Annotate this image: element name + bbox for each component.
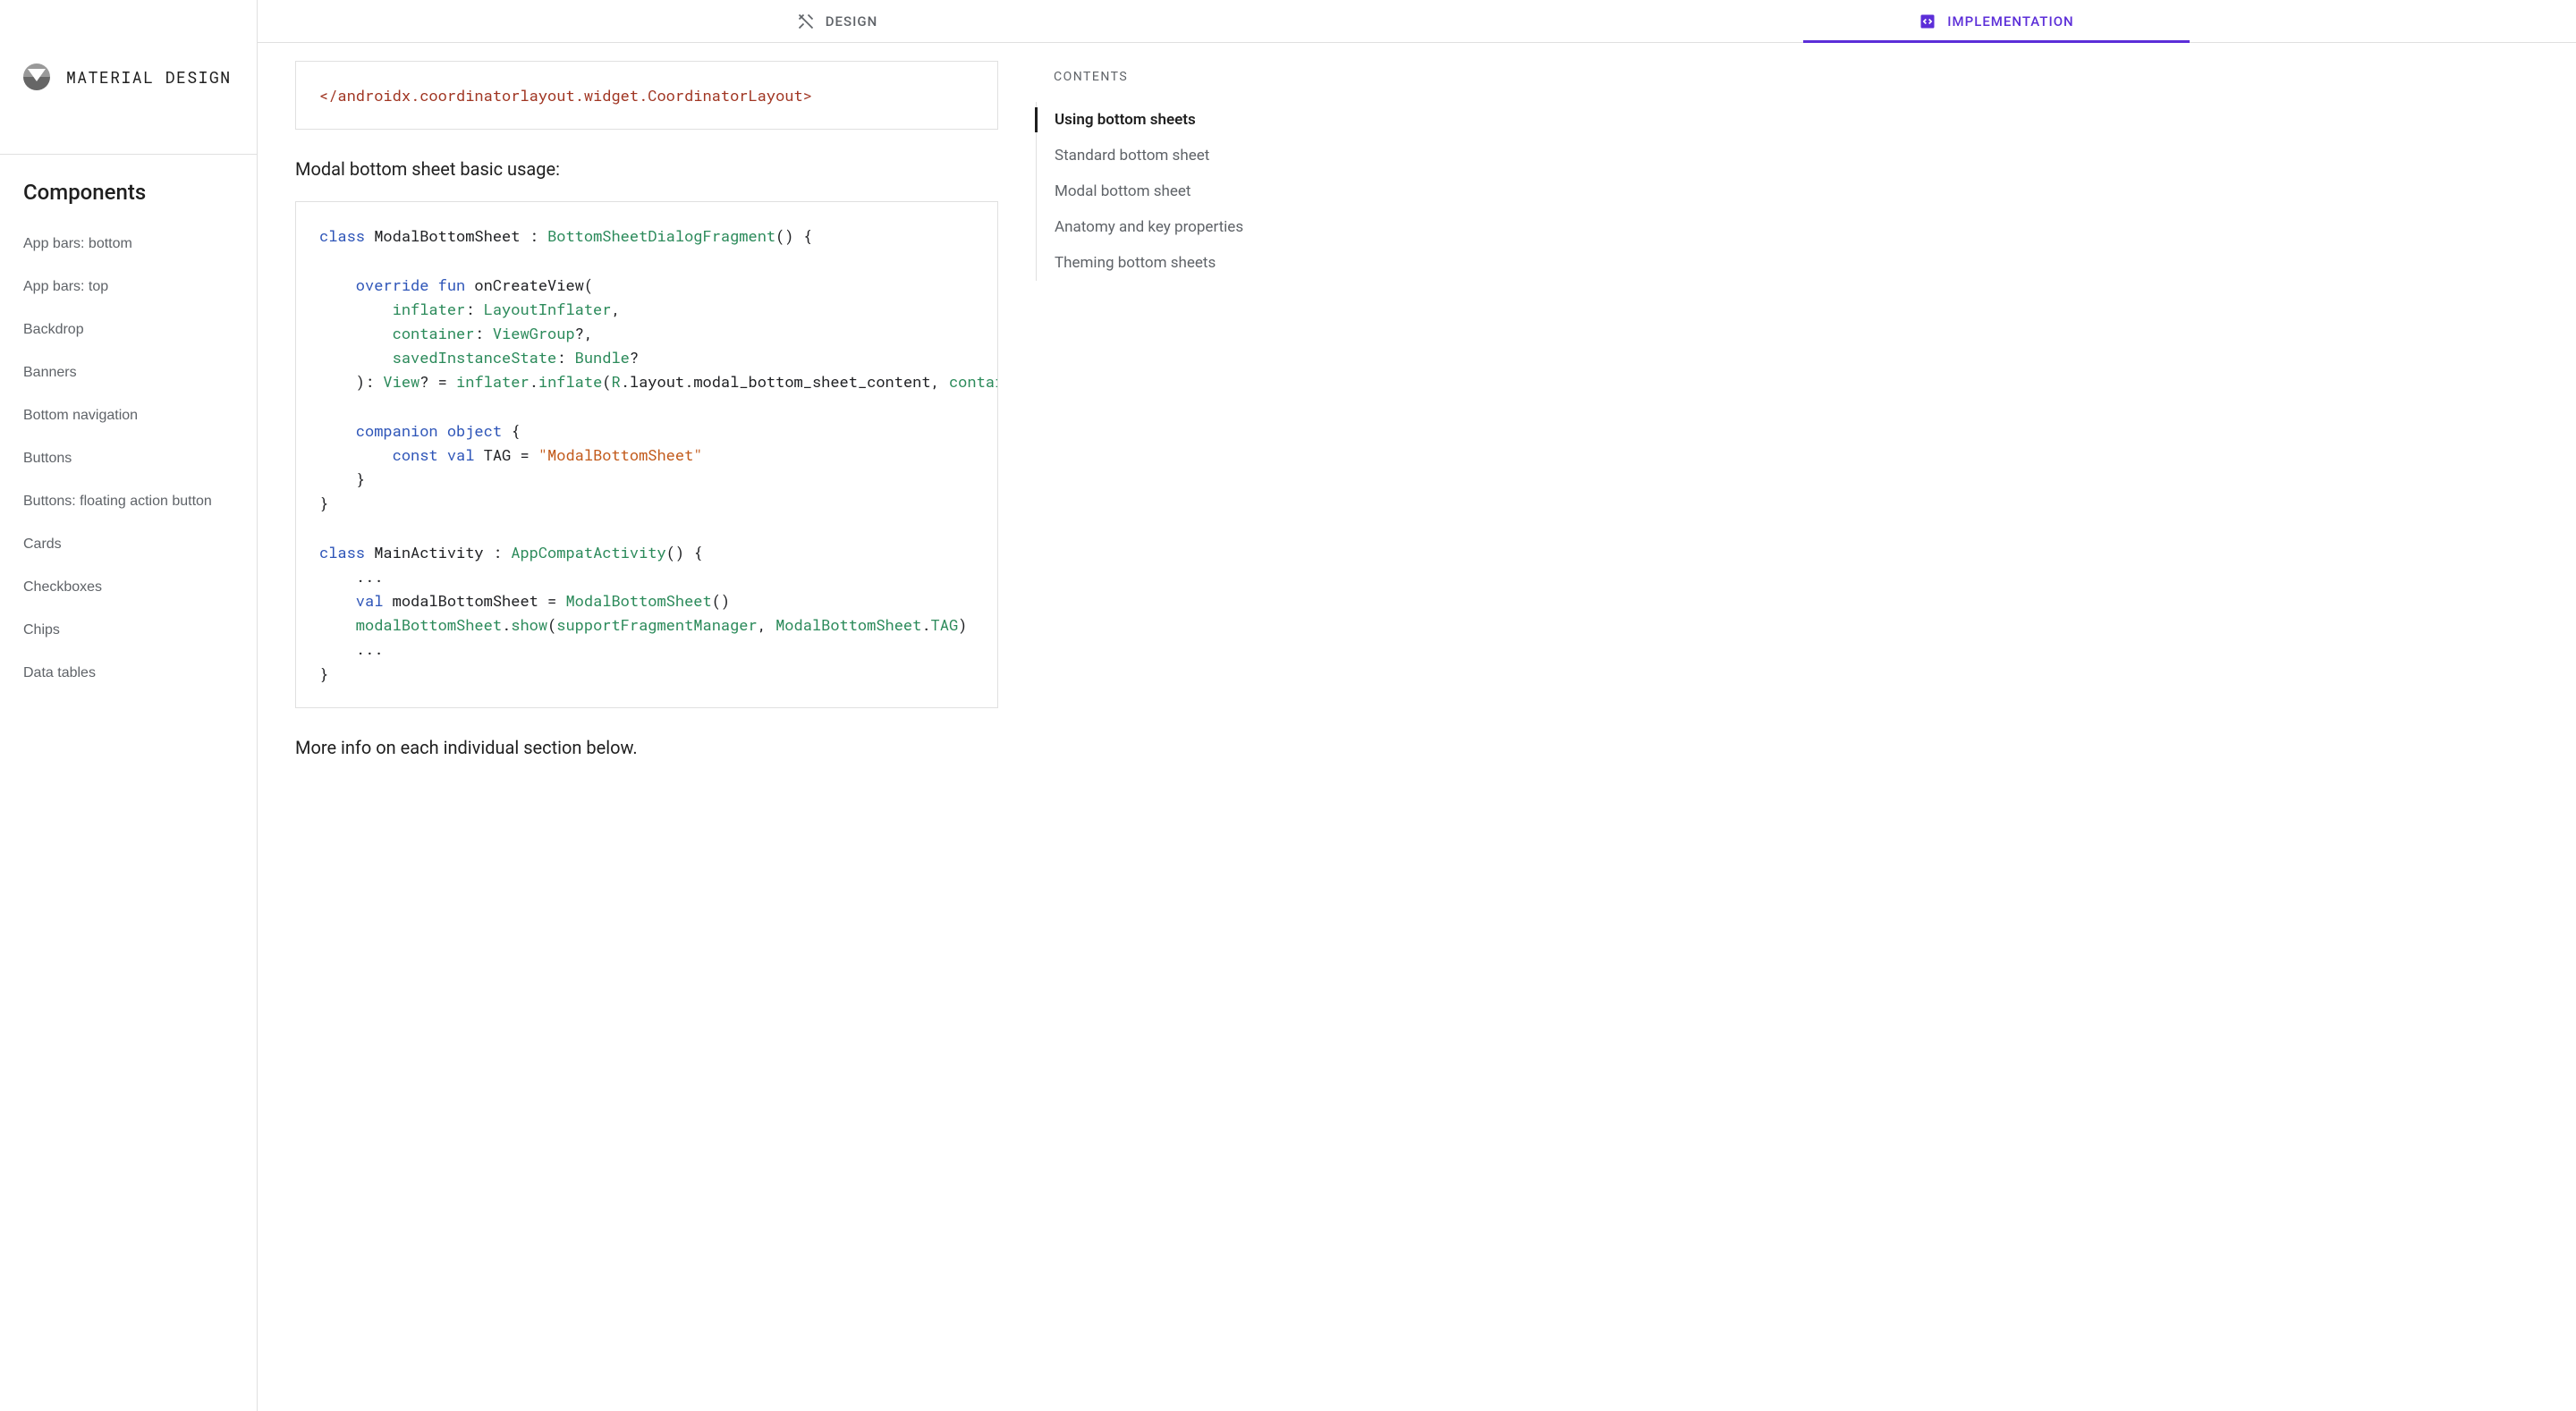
more-info-text: More info on each individual section bel… <box>295 737 998 758</box>
toc-item-theming[interactable]: Theming bottom sheets <box>1037 245 1313 281</box>
sidebar-item-data-tables[interactable]: Data tables <box>0 652 257 695</box>
toc-item-anatomy[interactable]: Anatomy and key properties <box>1037 209 1313 245</box>
sidebar-item-buttons[interactable]: Buttons <box>0 437 257 480</box>
tab-label: DESIGN <box>826 13 877 30</box>
sidebar-item-cards[interactable]: Cards <box>0 523 257 566</box>
sidebar-item-buttons-fab[interactable]: Buttons: floating action button <box>0 480 257 523</box>
content: </androidx.coordinatorlayout.widget.Coor… <box>258 43 1036 1411</box>
tab-implementation[interactable]: IMPLEMENTATION <box>1417 0 2576 42</box>
sidebar-item-checkboxes[interactable]: Checkboxes <box>0 566 257 609</box>
sidebar-nav: App bars: bottom App bars: top Backdrop … <box>0 223 257 695</box>
toc-item-standard-bottom-sheet[interactable]: Standard bottom sheet <box>1037 138 1313 173</box>
sidebar-item-bottom-navigation[interactable]: Bottom navigation <box>0 394 257 437</box>
code-icon <box>1919 13 1936 30</box>
code-block-xml[interactable]: </androidx.coordinatorlayout.widget.Coor… <box>295 61 998 130</box>
toc-title: CONTENTS <box>1036 70 1313 102</box>
table-of-contents: CONTENTS Using bottom sheets Standard bo… <box>1036 43 1313 1411</box>
code-block-kotlin[interactable]: class ModalBottomSheet : BottomSheetDial… <box>295 201 998 708</box>
brand-name: MATERIAL DESIGN <box>66 66 232 88</box>
toc-item-using-bottom-sheets[interactable]: Using bottom sheets <box>1037 102 1313 138</box>
sidebar: MATERIAL DESIGN Components App bars: bot… <box>0 0 258 1411</box>
toc-item-modal-bottom-sheet[interactable]: Modal bottom sheet <box>1037 173 1313 209</box>
sidebar-item-app-bars-bottom[interactable]: App bars: bottom <box>0 223 257 266</box>
code-text: </androidx.coordinatorlayout.widget.Coor… <box>319 85 812 106</box>
tab-label: IMPLEMENTATION <box>1947 13 2073 30</box>
sidebar-item-backdrop[interactable]: Backdrop <box>0 308 257 351</box>
sidebar-header: MATERIAL DESIGN <box>0 0 257 155</box>
material-logo-icon <box>23 63 50 90</box>
design-icon <box>797 13 815 30</box>
tab-design[interactable]: DESIGN <box>258 0 1417 42</box>
sidebar-item-chips[interactable]: Chips <box>0 609 257 652</box>
usage-heading: Modal bottom sheet basic usage: <box>295 158 998 180</box>
main: DESIGN IMPLEMENTATION </androidx.coordin… <box>258 0 2576 1411</box>
sidebar-item-banners[interactable]: Banners <box>0 351 257 394</box>
sidebar-item-app-bars-top[interactable]: App bars: top <box>0 266 257 308</box>
toc-list: Using bottom sheets Standard bottom shee… <box>1036 102 1313 281</box>
tabs: DESIGN IMPLEMENTATION <box>258 0 2576 43</box>
sidebar-section-title: Components <box>0 155 257 223</box>
